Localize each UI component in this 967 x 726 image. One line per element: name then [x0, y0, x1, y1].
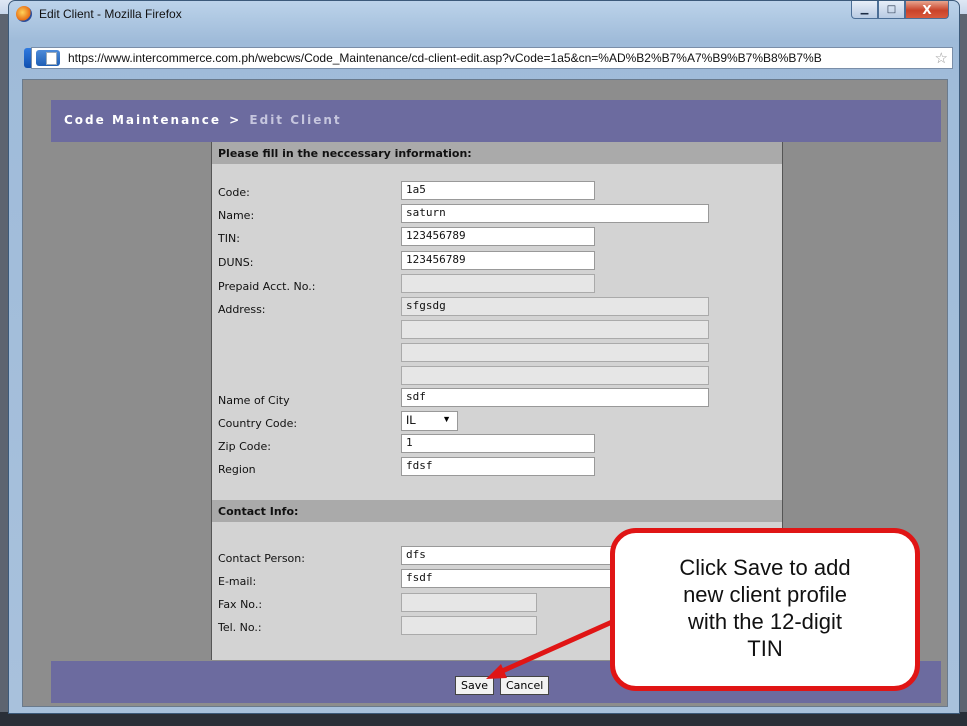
callout-arrow-line	[498, 619, 614, 675]
callout-text: Click Save to add new client profile wit…	[679, 555, 851, 661]
callout-arrow-head	[486, 664, 507, 679]
callout-box: Click Save to add new client profile wit…	[610, 528, 920, 691]
